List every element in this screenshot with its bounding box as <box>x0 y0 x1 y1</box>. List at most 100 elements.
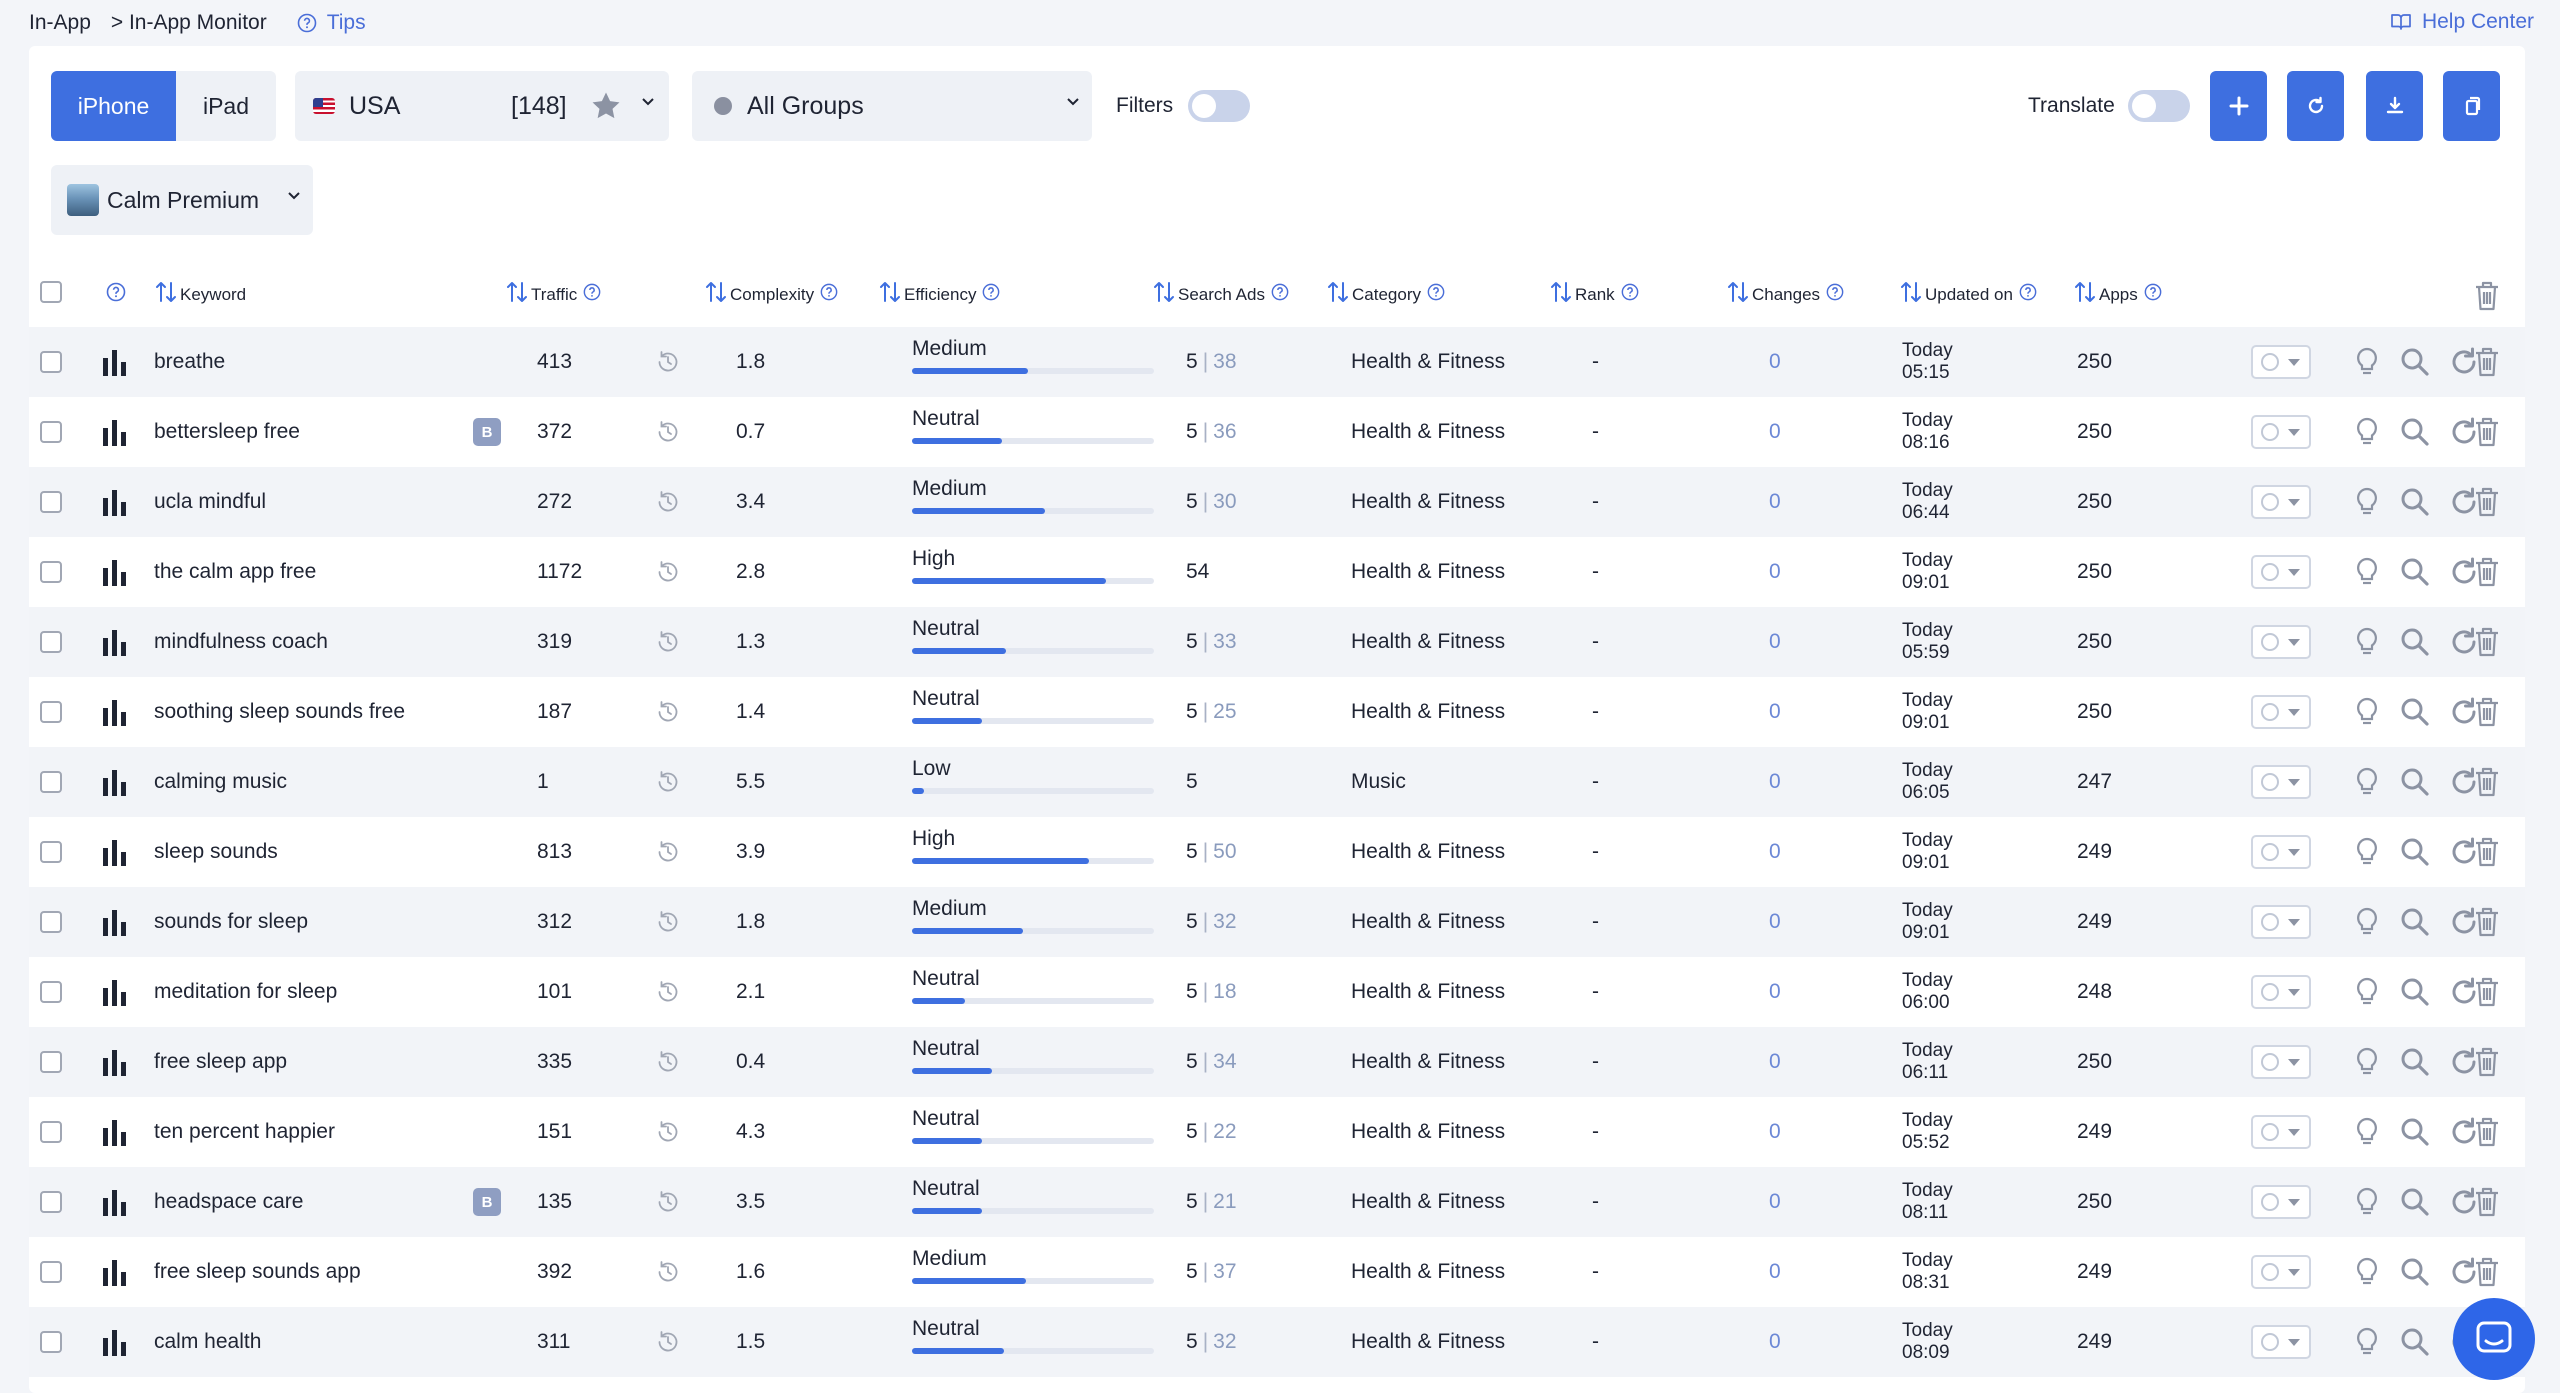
search-icon[interactable] <box>2399 327 2431 397</box>
trash-icon[interactable] <box>2472 677 2502 747</box>
lightbulb-icon[interactable] <box>2354 747 2380 817</box>
chart-icon[interactable] <box>101 1167 129 1237</box>
trash-icon[interactable] <box>2472 537 2502 607</box>
keyword-cell[interactable]: calm health <box>154 1307 261 1377</box>
chart-icon[interactable] <box>101 397 129 467</box>
sort-icon[interactable] <box>154 279 178 310</box>
row-checkbox[interactable] <box>40 1331 62 1353</box>
search-icon[interactable] <box>2399 747 2431 817</box>
chat-support-button[interactable] <box>2453 1298 2535 1380</box>
lightbulb-icon[interactable] <box>2354 1307 2380 1377</box>
chart-icon[interactable] <box>101 1307 129 1377</box>
status-select[interactable] <box>2251 485 2311 519</box>
search-icon[interactable] <box>2399 1027 2431 1097</box>
keyword-cell[interactable]: calming music <box>154 747 287 817</box>
row-checkbox[interactable] <box>40 421 62 443</box>
search-icon[interactable] <box>2399 677 2431 747</box>
status-select[interactable] <box>2251 1115 2311 1149</box>
help-icon[interactable] <box>2019 283 2037 306</box>
help-icon[interactable] <box>2144 283 2162 306</box>
history-icon[interactable] <box>655 537 681 607</box>
col-category[interactable]: Category <box>1326 279 1445 310</box>
col-search-ads[interactable]: Search Ads <box>1152 279 1289 310</box>
keyword-cell[interactable]: headspace care <box>154 1167 303 1237</box>
status-select[interactable] <box>2251 905 2311 939</box>
help-icon[interactable] <box>820 283 838 306</box>
help-icon[interactable] <box>1826 283 1844 306</box>
col-changes[interactable]: Changes <box>1726 279 1844 310</box>
filters-toggle[interactable] <box>1188 90 1250 122</box>
status-select[interactable] <box>2251 1255 2311 1289</box>
status-select[interactable] <box>2251 555 2311 589</box>
history-icon[interactable] <box>655 1027 681 1097</box>
help-icon[interactable] <box>982 283 1000 306</box>
help-icon[interactable] <box>1427 283 1445 306</box>
trash-icon[interactable] <box>2472 607 2502 677</box>
row-checkbox[interactable] <box>40 911 62 933</box>
history-icon[interactable] <box>655 467 681 537</box>
col-updated-on[interactable]: Updated on <box>1899 279 2037 310</box>
row-checkbox[interactable] <box>40 1121 62 1143</box>
keyword-cell[interactable]: ucla mindful <box>154 467 266 537</box>
trash-icon[interactable] <box>2472 957 2502 1027</box>
search-icon[interactable] <box>2399 467 2431 537</box>
row-checkbox[interactable] <box>40 771 62 793</box>
col-traffic[interactable]: Traffic <box>505 279 601 310</box>
col-efficiency[interactable]: Efficiency <box>878 279 1000 310</box>
delete-all-trash-icon[interactable] <box>2472 279 2502 313</box>
search-icon[interactable] <box>2399 957 2431 1027</box>
help-icon[interactable] <box>583 283 601 306</box>
chart-icon[interactable] <box>101 817 129 887</box>
trash-icon[interactable] <box>2472 467 2502 537</box>
status-select[interactable] <box>2251 1325 2311 1359</box>
help-center-link[interactable]: Help Center <box>2390 10 2534 34</box>
row-checkbox[interactable] <box>40 981 62 1003</box>
row-checkbox[interactable] <box>40 1051 62 1073</box>
chart-icon[interactable] <box>101 467 129 537</box>
search-icon[interactable] <box>2399 1167 2431 1237</box>
row-checkbox[interactable] <box>40 1191 62 1213</box>
trash-icon[interactable] <box>2472 747 2502 817</box>
star-icon[interactable] <box>589 89 623 123</box>
status-select[interactable] <box>2251 695 2311 729</box>
chart-icon[interactable] <box>101 327 129 397</box>
keyword-cell[interactable]: the calm app free <box>154 537 316 607</box>
col-keyword[interactable]: Keyword <box>154 279 246 310</box>
status-select[interactable] <box>2251 975 2311 1009</box>
tab-iphone[interactable]: iPhone <box>51 71 176 141</box>
lightbulb-icon[interactable] <box>2354 607 2380 677</box>
status-select[interactable] <box>2251 345 2311 379</box>
sort-icon[interactable] <box>704 279 728 310</box>
sort-icon[interactable] <box>1326 279 1350 310</box>
sort-icon[interactable] <box>878 279 902 310</box>
chart-icon[interactable] <box>101 957 129 1027</box>
lightbulb-icon[interactable] <box>2354 957 2380 1027</box>
keyword-cell[interactable]: ten percent happier <box>154 1097 335 1167</box>
lightbulb-icon[interactable] <box>2354 1027 2380 1097</box>
app-select[interactable]: Calm Premium <box>51 165 313 235</box>
keyword-cell[interactable]: sleep sounds <box>154 817 278 887</box>
history-icon[interactable] <box>655 747 681 817</box>
lightbulb-icon[interactable] <box>2354 817 2380 887</box>
sort-icon[interactable] <box>1549 279 1573 310</box>
row-checkbox[interactable] <box>40 491 62 513</box>
status-select[interactable] <box>2251 1185 2311 1219</box>
history-icon[interactable] <box>655 327 681 397</box>
search-icon[interactable] <box>2399 607 2431 677</box>
chart-icon[interactable] <box>101 677 129 747</box>
lightbulb-icon[interactable] <box>2354 1167 2380 1237</box>
lightbulb-icon[interactable] <box>2354 887 2380 957</box>
history-icon[interactable] <box>655 1167 681 1237</box>
row-checkbox[interactable] <box>40 1261 62 1283</box>
keyword-cell[interactable]: bettersleep free <box>154 397 300 467</box>
chart-icon[interactable] <box>101 1027 129 1097</box>
keyword-cell[interactable]: sounds for sleep <box>154 887 308 957</box>
trash-icon[interactable] <box>2472 1097 2502 1167</box>
trash-icon[interactable] <box>2472 887 2502 957</box>
lightbulb-icon[interactable] <box>2354 677 2380 747</box>
history-icon[interactable] <box>655 1237 681 1307</box>
help-icon[interactable] <box>1271 283 1289 306</box>
history-icon[interactable] <box>655 397 681 467</box>
status-select[interactable] <box>2251 765 2311 799</box>
trash-icon[interactable] <box>2472 1237 2502 1307</box>
